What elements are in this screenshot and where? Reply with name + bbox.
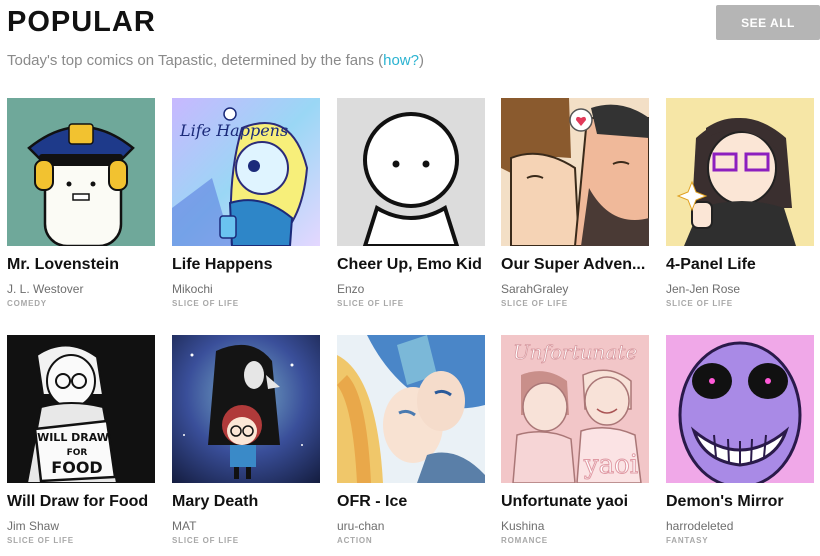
comic-genre: ACTION [337,536,373,545]
round-face-thumbnail[interactable] [337,98,485,246]
subtitle-close: ) [418,52,424,69]
comic-author[interactable]: uru-chan [337,519,485,533]
comic-card[interactable]: Unfortunate yaoi Unfortunate yaoi Kushin… [501,335,649,545]
comic-title[interactable]: Demon's Mirror [666,493,814,513]
thumb-caption-yaoi: yaoi [583,450,638,480]
comic-genre: SLICE OF LIFE [666,299,733,308]
comic-author[interactable]: Kushina [501,519,649,533]
subtitle-text: Today's top comics on Tapastic, determin… [7,52,384,69]
pink-boys-thumbnail[interactable]: Unfortunate yaoi [501,335,649,483]
comic-genre: SLICE OF LIFE [501,299,568,308]
blue-haired-girl-thumbnail[interactable]: Life Happens [172,98,320,246]
comic-author[interactable]: Mikochi [172,282,320,296]
see-all-button[interactable]: SEE ALL [716,5,820,40]
comic-title[interactable]: Mary Death [172,493,320,513]
comic-genre: SLICE OF LIFE [337,299,404,308]
how-link[interactable]: how? [383,52,419,69]
comic-card[interactable]: WILL DRAW FOR FOOD Will Draw for Food Ji… [7,335,155,545]
comic-card[interactable]: Mary Death MAT SLICE OF LIFE [172,335,320,545]
kissing-couple-thumbnail[interactable] [501,98,649,246]
thumbs-up-girl-thumbnail[interactable] [666,98,814,246]
sign-line-3: FOOD [51,458,102,477]
page-subtitle: Today's top comics on Tapastic, determin… [7,52,424,69]
comic-card[interactable]: Cheer Up, Emo Kid Enzo SLICE OF LIFE [337,98,485,308]
comic-genre: COMEDY [7,299,47,308]
comic-title[interactable]: Will Draw for Food [7,493,155,513]
comic-author[interactable]: harrodeleted [666,519,814,533]
comic-title[interactable]: Life Happens [172,256,320,276]
comic-author[interactable]: J. L. Westover [7,282,155,296]
popular-header: POPULAR Today's top comics on Tapastic, … [7,0,820,80]
will-draw-sign-thumbnail[interactable]: WILL DRAW FOR FOOD [7,335,155,483]
comic-card[interactable]: Mr. Lovenstein J. L. Westover COMEDY [7,98,155,308]
comic-title[interactable]: 4-Panel Life [666,256,814,276]
comic-title[interactable]: Unfortunate yaoi [501,493,649,513]
comic-genre: SLICE OF LIFE [172,299,239,308]
comic-author[interactable]: Jim Shaw [7,519,155,533]
comic-author[interactable]: SarahGraley [501,282,649,296]
comic-author[interactable]: Jen-Jen Rose [666,282,814,296]
comic-card[interactable]: Our Super Adven... SarahGraley SLICE OF … [501,98,649,308]
sign-line-1: WILL DRAW [37,431,109,444]
comic-title[interactable]: Our Super Adven... [501,256,649,276]
comic-title[interactable]: Mr. Lovenstein [7,256,155,276]
comic-genre: ROMANCE [501,536,548,545]
police-marshmallow-thumbnail[interactable] [7,98,155,246]
anime-couple-thumbnail[interactable] [337,335,485,483]
comic-title[interactable]: OFR - Ice [337,493,485,513]
comic-card[interactable]: OFR - Ice uru-chan ACTION [337,335,485,545]
comic-title[interactable]: Cheer Up, Emo Kid [337,256,485,276]
thumb-caption: Life Happens [179,121,288,140]
comic-card[interactable]: 4-Panel Life Jen-Jen Rose SLICE OF LIFE [666,98,814,308]
sign-line-2: FOR [67,448,88,458]
comic-genre: FANTASY [666,536,709,545]
comic-card[interactable]: Demon's Mirror harrodeleted FANTASY [666,335,814,545]
purple-grin-thumbnail[interactable] [666,335,814,483]
page-title: POPULAR [7,6,156,38]
comic-genre: SLICE OF LIFE [7,536,74,545]
comic-author[interactable]: MAT [172,519,320,533]
space-reaper-thumbnail[interactable] [172,335,320,483]
thumb-caption: Unfortunate [513,340,637,364]
comic-genre: SLICE OF LIFE [172,536,239,545]
comic-card[interactable]: Life Happens Life Happens Mikochi SLICE … [172,98,320,308]
comic-author[interactable]: Enzo [337,282,485,296]
